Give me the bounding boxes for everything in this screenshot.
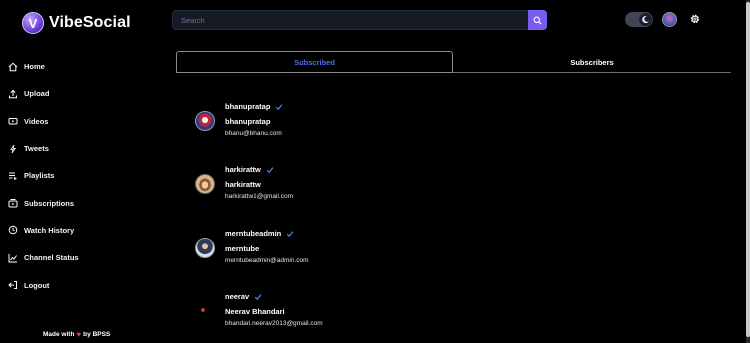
search-bar [172,10,547,30]
sidebar-item-logout[interactable]: Logout [0,271,150,298]
sidebar-item-playlists[interactable]: Playlists [0,162,150,189]
channel-name: Neerav Bhandari [225,307,285,316]
scrollbar-thumb[interactable] [746,2,750,337]
list-item[interactable]: bhanupratap bhanupratap bhanu@bhanu.com [195,102,395,142]
verified-icon [254,293,262,300]
sidebar-footer: Made with ♥ by BPSS [43,330,110,339]
sidebar-item-label: Upload [24,89,50,99]
video-icon [8,118,18,125]
logo-icon: V [22,12,44,34]
search-input[interactable] [173,11,528,29]
channel-name: harkirattw [225,180,261,189]
sidebar-item-label: Tweets [24,144,49,154]
moon-icon [639,13,652,26]
theme-toggle[interactable] [625,12,653,27]
channel-email: harkirattw1@gmail.com [225,193,294,200]
footer-prefix: Made with [43,331,75,338]
history-icon [8,226,18,235]
sidebar-item-label: Logout [24,280,50,290]
sidebar-item-channel-status[interactable]: Channel Status [0,244,150,271]
sidebar-item-tweets[interactable]: Tweets [0,135,150,162]
home-icon [8,62,18,71]
channel-email: bhanu@bhanu.com [225,130,282,137]
list-item[interactable]: harkirattw harkirattw harkirattw1@gmail.… [195,165,395,205]
channel-email: merntubeadmin@admin.com [225,257,309,264]
list-item[interactable]: merntubeadmin merntube merntubeadmin@adm… [195,229,395,269]
search-button[interactable] [528,10,547,30]
sidebar-item-watch-history[interactable]: Watch History [0,217,150,244]
tab-subscribers[interactable]: Subscribers [453,51,731,73]
verified-icon [276,103,283,110]
search-icon [533,16,542,25]
verified-icon [287,230,294,237]
gear-icon[interactable] [689,13,701,25]
channel-name: merntube [225,244,260,253]
sidebar-item-home[interactable]: Home [0,53,150,80]
channel-email: bhandari.neerav2013@gmail.com [225,320,323,327]
logout-icon [8,281,17,290]
app-title: VibeSocial [49,14,131,31]
channel-username: bhanupratap [225,102,271,111]
tab-subscribed[interactable]: Subscribed [176,51,453,73]
sidebar-item-subscriptions[interactable]: Subscriptions [0,189,150,216]
sidebar-item-label: Playlists [24,171,55,181]
avatar[interactable] [195,174,215,194]
upload-icon [9,89,17,99]
list-item[interactable]: neerav Neerav Bhandari bhandari.neerav20… [195,292,395,332]
sidebar-item-label: Channel Status [24,253,79,263]
page-scrollbar[interactable] [746,0,750,343]
sidebar-item-videos[interactable]: Videos [0,108,150,135]
bolt-icon [10,144,16,153]
channel-username: merntubeadmin [225,229,282,238]
subscriptions-icon [8,199,18,208]
verified-icon [266,166,274,173]
channel-username: harkirattw [225,165,261,174]
sidebar: Home Upload Videos Tweets Playlists Subs… [0,53,150,299]
sidebar-item-upload[interactable]: Upload [0,80,150,107]
footer-suffix: by BPSS [83,331,111,338]
avatar[interactable] [195,111,215,131]
channel-name: bhanupratap [225,117,271,126]
subscription-tabs: Subscribed Subscribers [176,51,731,73]
app-logo[interactable]: V VibeSocial [22,12,131,34]
channel-username: neerav [225,292,250,301]
sidebar-item-label: Videos [24,116,49,126]
stats-icon [8,253,17,263]
sidebar-item-label: Watch History [24,225,75,235]
sidebar-item-label: Subscriptions [24,198,75,208]
avatar[interactable] [195,301,215,321]
heart-icon: ♥ [76,330,82,339]
user-avatar[interactable] [662,12,677,27]
playlist-icon [9,172,17,180]
sidebar-item-label: Home [24,62,45,72]
avatar[interactable] [195,238,215,258]
